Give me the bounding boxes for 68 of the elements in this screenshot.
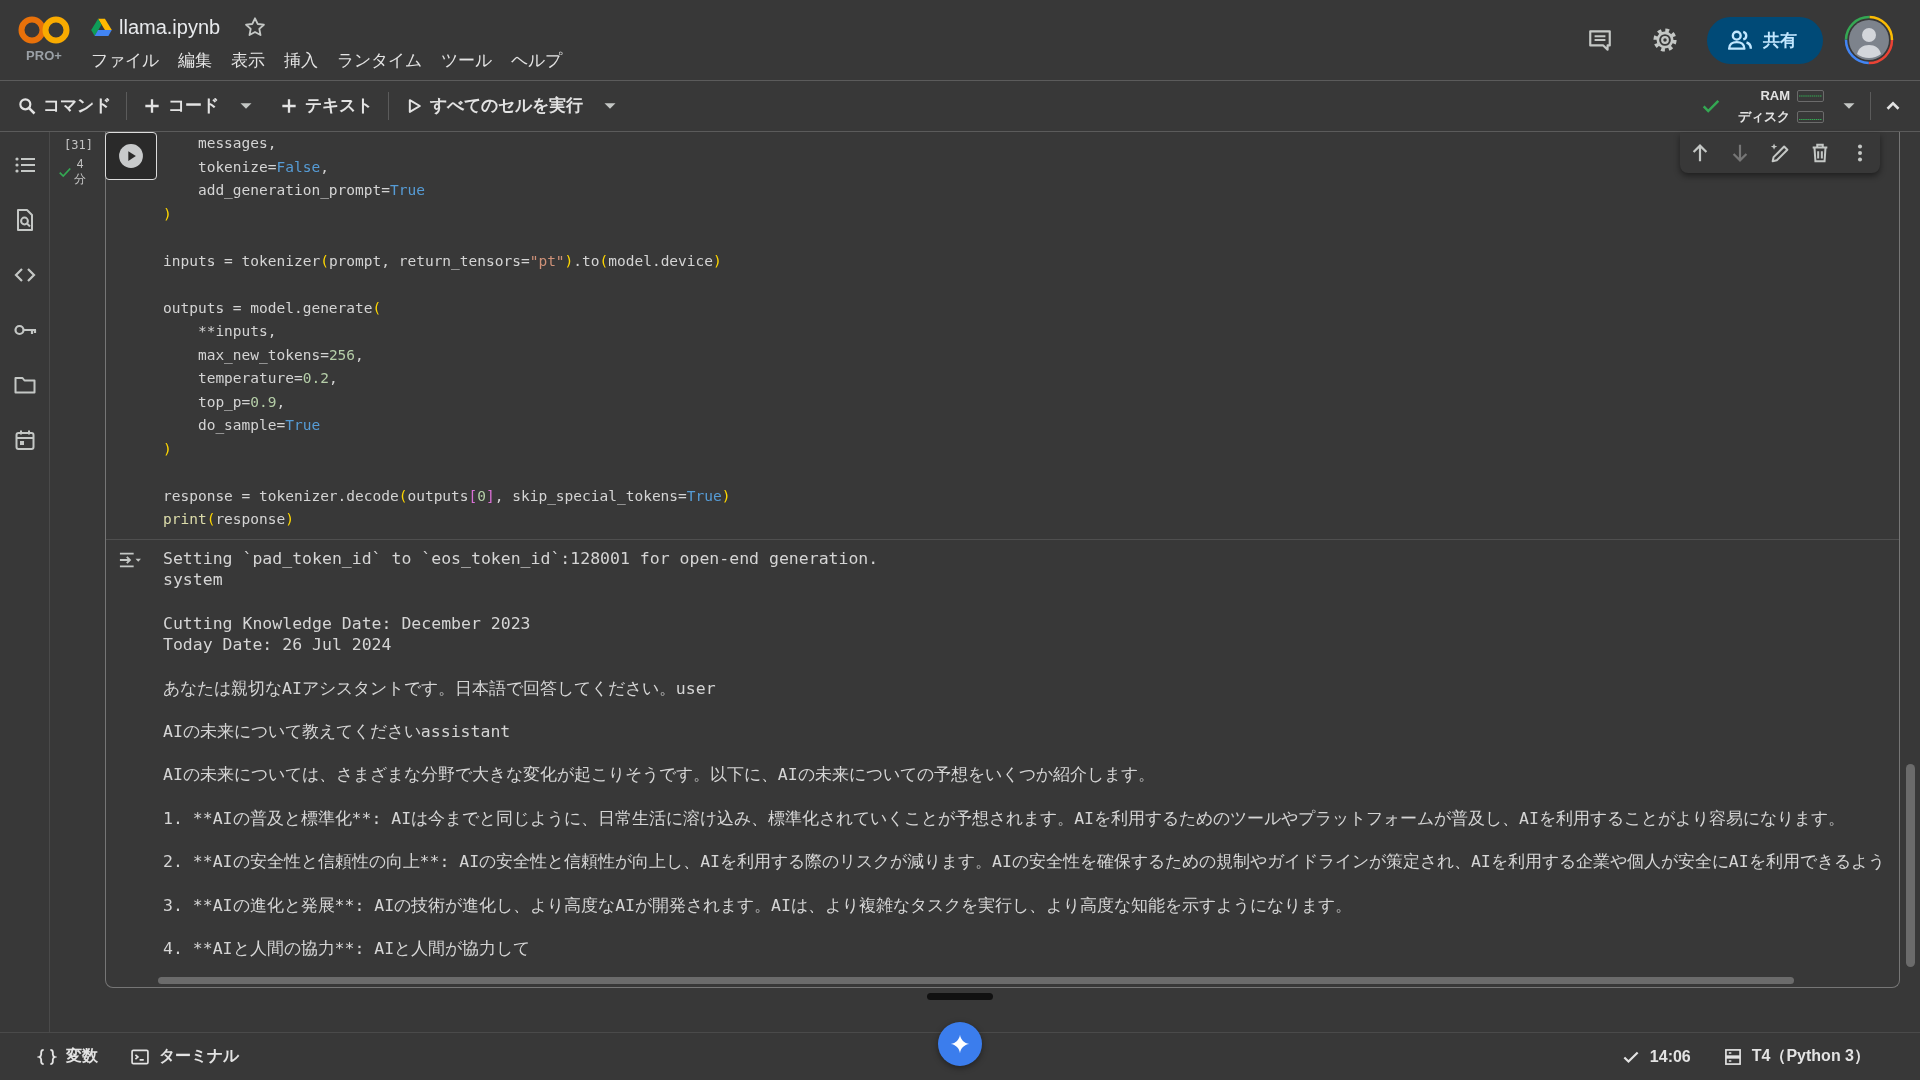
play-circle-icon <box>118 143 144 169</box>
comment-icon[interactable] <box>1587 27 1613 53</box>
tricolor-triangle-icon[interactable] <box>91 17 112 36</box>
horizontal-scrollbar[interactable] <box>158 976 1794 984</box>
code-line: ) <box>163 439 172 459</box>
run-all-button[interactable]: すべてのセルを実行 <box>398 88 589 124</box>
resource-label: ディスク <box>1738 110 1790 123</box>
plus-icon <box>279 96 299 116</box>
output-line: system <box>163 569 223 591</box>
braces-icon <box>37 1046 57 1067</box>
notebook-title[interactable]: llama.ipynb <box>119 12 221 41</box>
variables-button[interactable]: 変数 <box>31 1040 104 1073</box>
assistant-button[interactable] <box>938 1022 982 1066</box>
share-button[interactable]: 共有 <box>1707 16 1823 64</box>
menu-item[interactable]: ランタイム <box>337 47 422 72</box>
code-line: **inputs, <box>196 322 277 341</box>
output-line: AIの未来について教えてくださいassistant <box>163 721 511 743</box>
search-icon <box>17 96 37 116</box>
code-line: temperature=0.2, <box>196 369 338 388</box>
code-line: response = tokenizer.decode(outputs[0], skip_special_tokens=True) <box>163 486 731 507</box>
menu-item[interactable]: ツール <box>441 47 492 72</box>
terminal-button[interactable]: ターミナル <box>124 1040 245 1073</box>
output-line: AIの未来については、さまざまな分野で大きな変化が起こりそうです。以下に、AIの未来についての予想をいくつか紹介します。 <box>163 764 1155 787</box>
code-line: outputs = model.generate( <box>163 298 382 318</box>
server-icon <box>1722 1046 1743 1067</box>
resource-label: RAM <box>1759 89 1790 102</box>
plus-icon <box>142 96 162 116</box>
code-line: inputs = tokenizer(prompt, return_tensors="pt").to(model.device) <box>163 251 722 272</box>
menu-item[interactable]: ヘルプ <box>511 47 562 72</box>
resize-handle[interactable] <box>927 993 993 1000</box>
code-line: ) <box>163 204 172 224</box>
output-line: 1. **AIの普及と標準化**: AIは今までと同じように、日常生活に溶け込み、標準化されていくことが予想されます。AIを利用するためのツールやプラットフォームが普及し、AIを利用することがより容易になります。 <box>163 807 1845 830</box>
account-avatar[interactable] <box>1844 15 1894 65</box>
menu-item[interactable]: 編集 <box>178 47 212 72</box>
execution-count: [31] <box>64 138 93 152</box>
code-line: add_generation_prompt=True <box>196 181 425 201</box>
vertical-scrollbar[interactable] <box>1906 764 1915 967</box>
output-line: 3. **AIの進化と発展**: AIの技術が進化し、より高度なAIが開発されます。AIは、より複雑なタスクを実行し、より高度な知能を示すようになります。 <box>163 894 1352 917</box>
output-line: Today Date: 26 Jul 2024 <box>163 634 392 656</box>
usage-sparkline <box>1797 89 1824 102</box>
output-line: Setting `pad_token_id` to `eos_token_id`:128001 for open-end generation. <box>163 547 879 570</box>
menu-item[interactable]: 挿入 <box>284 47 318 72</box>
menu-item[interactable]: ファイル <box>91 47 159 72</box>
runtime-button[interactable]: T4（Python 3） <box>1716 1040 1876 1073</box>
add-text-button[interactable]: テキスト <box>273 88 379 124</box>
menu-item[interactable]: 表示 <box>231 47 265 72</box>
code-line: do_sample=True <box>196 416 321 436</box>
settings-icon[interactable] <box>1652 27 1678 53</box>
output-line: 4. **AIと人間の協力**: AIと人間が協力して <box>163 938 531 960</box>
run-cell-button[interactable] <box>105 132 157 180</box>
code-line: max_new_tokens=256, <box>196 345 364 366</box>
rings-logo <box>18 16 70 44</box>
elapsed-time: 4 <box>76 157 84 172</box>
elapsed-unit: 分 <box>74 172 86 187</box>
last-run-button[interactable]: 14:06 <box>1614 1040 1697 1073</box>
add-code-button[interactable]: コード <box>136 88 225 124</box>
code-line: tokenize=False, <box>196 157 329 177</box>
code-line: top_p=0.9, <box>196 392 286 413</box>
code-line: messages, <box>196 134 277 153</box>
output-line: Cutting Knowledge Date: December 2023 <box>163 612 531 635</box>
output-line: あなたは親切なAIアシスタントです。日本語で回答してください。user <box>163 677 716 700</box>
pencil-sparkle-icon[interactable] <box>1769 142 1791 164</box>
code-line: print(response) <box>163 510 294 529</box>
command-button[interactable]: コマンド <box>11 88 117 124</box>
output-line: 2. **AIの安全性と信頼性の向上**: AIの安全性と信頼性が向上し、AIを利用する際のリスクが減ります。AIの安全性を確保するための規制やガイドラインが策定され、AIを利用する企業や個人が安全にAIを利用できるよう <box>163 851 1885 873</box>
star-icon[interactable] <box>244 15 267 38</box>
usage-sparkline <box>1797 110 1824 123</box>
plan-label: PRO+ <box>26 48 62 64</box>
